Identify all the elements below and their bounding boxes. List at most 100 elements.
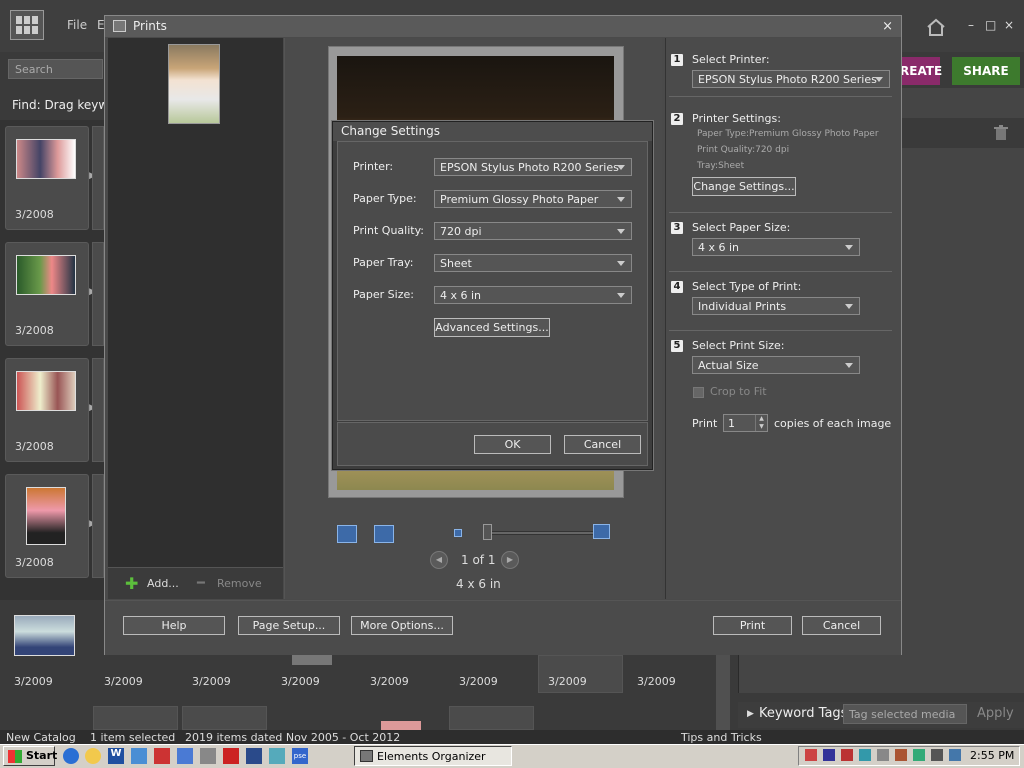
- media-card[interactable]: [182, 706, 267, 730]
- taskbar-active-app[interactable]: Elements Organizer: [354, 746, 512, 766]
- media-player-icon[interactable]: [85, 748, 101, 764]
- tray-icon[interactable]: [859, 749, 871, 761]
- tray-icon[interactable]: [931, 749, 943, 761]
- quicklaunch-icon[interactable]: [154, 748, 170, 764]
- tray-icon[interactable]: [913, 749, 925, 761]
- app-grid-icon[interactable]: [10, 10, 44, 40]
- tray-icon[interactable]: [805, 749, 817, 761]
- print-size-select-value: Actual Size: [698, 359, 759, 372]
- copies-stepper[interactable]: ▲ ▼: [755, 415, 767, 431]
- start-button[interactable]: Start: [3, 746, 57, 766]
- media-card-partial: [92, 242, 104, 346]
- quicklaunch-icon[interactable]: [200, 748, 216, 764]
- tips-label[interactable]: Tips and Tricks: [681, 731, 762, 744]
- paper-type-dropdown[interactable]: Premium Glossy Photo Paper: [434, 190, 632, 208]
- add-button[interactable]: Add...: [147, 577, 179, 590]
- select-printer-label: Select Printer:: [692, 53, 770, 66]
- close-window-icon[interactable]: ×: [1004, 18, 1014, 32]
- tag-media-input[interactable]: Tag selected media: [843, 704, 967, 724]
- home-icon[interactable]: [926, 18, 946, 36]
- expand-arrow-icon[interactable]: ▶: [747, 709, 754, 719]
- print-item-thumbnail[interactable]: [168, 44, 220, 124]
- page-setup-button[interactable]: Page Setup...: [238, 616, 340, 635]
- paper-type-label: Paper Type:: [353, 192, 417, 205]
- zoom-in-icon[interactable]: [593, 524, 610, 539]
- photo-thumbnail: [26, 487, 66, 545]
- step-number: 1: [671, 54, 683, 66]
- paper-size-label: Paper Size:: [353, 288, 414, 301]
- media-card[interactable]: [449, 706, 534, 730]
- ie-icon[interactable]: [63, 748, 79, 764]
- print-button[interactable]: Print: [713, 616, 792, 635]
- media-card[interactable]: [93, 706, 178, 730]
- printer-dropdown-value: EPSON Stylus Photo R200 Series: [440, 161, 619, 174]
- printer-select[interactable]: EPSON Stylus Photo R200 Series: [692, 70, 890, 88]
- paper-type-info: Paper Type:Premium Glossy Photo Paper: [697, 129, 879, 139]
- page-indicator: 1 of 1: [461, 553, 496, 567]
- photo-thumbnail[interactable]: [14, 615, 75, 656]
- more-options-button[interactable]: More Options...: [351, 616, 453, 635]
- print-quality-dropdown[interactable]: 720 dpi: [434, 222, 632, 240]
- minimize-icon[interactable]: –: [968, 18, 974, 32]
- ok-button[interactable]: OK: [474, 435, 551, 454]
- media-card[interactable]: 3/2008 ▶: [5, 242, 96, 346]
- close-icon[interactable]: ×: [882, 19, 893, 34]
- cancel-button[interactable]: Cancel: [564, 435, 641, 454]
- share-tab[interactable]: SHARE: [952, 57, 1020, 85]
- select-print-type-label: Select Type of Print:: [692, 280, 802, 293]
- selection-count: 1 item selected: [90, 731, 176, 744]
- tray-icon[interactable]: [877, 749, 889, 761]
- tray-icon[interactable]: [823, 749, 835, 761]
- zoom-slider[interactable]: [483, 531, 607, 535]
- rotate-right-icon[interactable]: [374, 525, 394, 543]
- step-number: 5: [671, 340, 683, 352]
- quicklaunch-icon[interactable]: [246, 748, 262, 764]
- quicklaunch-icon[interactable]: [131, 748, 147, 764]
- media-date: 3/2009: [14, 675, 53, 688]
- menu-file[interactable]: File: [67, 18, 87, 32]
- print-type-select[interactable]: Individual Prints: [692, 297, 860, 315]
- photo-thumbnail-partial[interactable]: [381, 721, 421, 730]
- search-input[interactable]: Search: [8, 59, 103, 79]
- zoom-out-icon[interactable]: [454, 529, 462, 537]
- printer-dropdown[interactable]: EPSON Stylus Photo R200 Series: [434, 158, 632, 176]
- paper-tray-dropdown[interactable]: Sheet: [434, 254, 632, 272]
- rotate-left-icon[interactable]: [337, 525, 357, 543]
- paper-size-dropdown[interactable]: 4 x 6 in: [434, 286, 632, 304]
- next-page-icon[interactable]: ▶: [501, 551, 519, 569]
- print-size-select[interactable]: Actual Size: [692, 356, 860, 374]
- quicklaunch-icon[interactable]: [269, 748, 285, 764]
- chevron-down-icon: [845, 304, 853, 309]
- apply-button[interactable]: Apply: [977, 706, 1014, 721]
- create-tab[interactable]: REATE: [898, 57, 942, 85]
- advanced-settings-button[interactable]: Advanced Settings...: [434, 318, 550, 337]
- printer-select-value: EPSON Stylus Photo R200 Series: [698, 73, 877, 86]
- paper-size-select[interactable]: 4 x 6 in: [692, 238, 860, 256]
- quicklaunch-icon[interactable]: [177, 748, 193, 764]
- add-icon[interactable]: ✚: [125, 574, 138, 593]
- paper-size-dropdown-value: 4 x 6 in: [440, 289, 482, 302]
- trash-icon[interactable]: [994, 125, 1008, 141]
- catalog-name: New Catalog: [6, 731, 76, 744]
- change-settings-button[interactable]: Change Settings...: [692, 177, 796, 196]
- media-date: 3/2009: [104, 675, 143, 688]
- help-button[interactable]: Help: [123, 616, 225, 635]
- media-card[interactable]: 3/2008 ▶: [5, 126, 96, 230]
- media-card[interactable]: 3/2008 ▶: [5, 474, 96, 578]
- cancel-button[interactable]: Cancel: [802, 616, 881, 635]
- word-icon[interactable]: W: [108, 748, 124, 764]
- media-card[interactable]: 3/2008 ▶: [5, 358, 96, 462]
- printer-label: Printer:: [353, 160, 394, 173]
- photo-thumbnail-partial[interactable]: [292, 655, 332, 665]
- photoshop-elements-icon[interactable]: pse: [292, 748, 308, 764]
- prev-page-icon[interactable]: ◀: [430, 551, 448, 569]
- divider: [669, 212, 892, 213]
- speaker-icon[interactable]: [949, 749, 961, 761]
- zoom-slider-handle[interactable]: [483, 524, 492, 540]
- tray-icon[interactable]: [895, 749, 907, 761]
- maximize-icon[interactable]: □: [985, 18, 996, 32]
- media-date: 3/2009: [192, 675, 231, 688]
- pdf-icon[interactable]: [223, 748, 239, 764]
- keyword-tags-label[interactable]: Keyword Tags: [759, 706, 847, 721]
- tray-icon[interactable]: [841, 749, 853, 761]
